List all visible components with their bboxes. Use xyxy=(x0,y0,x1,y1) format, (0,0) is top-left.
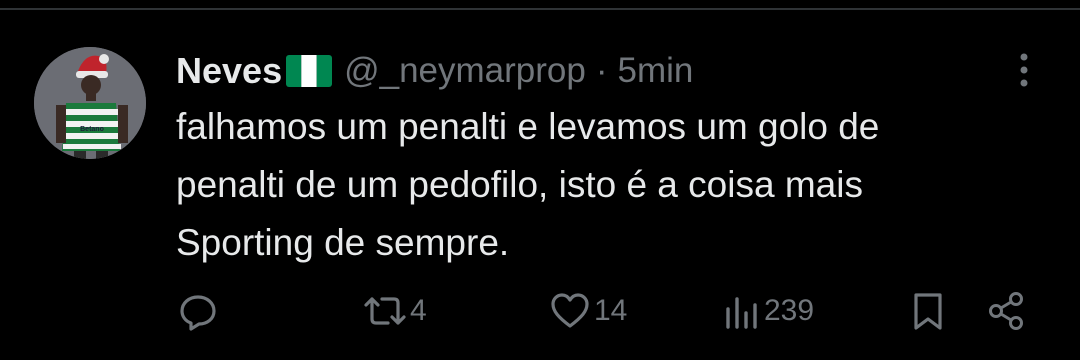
display-name[interactable]: Neves xyxy=(176,50,282,92)
tweet-text: falhamos um penalti e levamos um golo de… xyxy=(176,98,1036,272)
top-divider xyxy=(0,8,1080,10)
share-icon xyxy=(989,292,1023,330)
tweet-header: Neves @_neymarprop · 5min xyxy=(176,46,693,96)
tweet-text-line: falhamos um penalti e levamos um golo de xyxy=(176,106,880,147)
like-button[interactable]: 14 xyxy=(548,286,627,336)
views-button[interactable]: 239 xyxy=(722,286,814,336)
user-handle[interactable]: @_neymarprop xyxy=(344,51,586,91)
more-vertical-icon xyxy=(1020,53,1028,87)
more-options-button[interactable] xyxy=(1006,48,1042,92)
retweet-count: 4 xyxy=(410,294,427,327)
bookmark-button[interactable] xyxy=(906,286,950,336)
reply-button[interactable] xyxy=(176,286,222,336)
avatar[interactable]: Betano xyxy=(34,47,146,159)
nigeria-flag-emoji xyxy=(286,55,333,87)
timestamp[interactable]: 5min xyxy=(618,51,694,91)
share-button[interactable] xyxy=(984,286,1028,336)
retweet-button[interactable]: 4 xyxy=(362,286,427,336)
retweet-icon xyxy=(364,297,406,325)
avatar-shirt-text: Betano xyxy=(80,126,104,133)
separator-dot: · xyxy=(595,51,608,90)
avatar-image: Betano xyxy=(34,47,146,159)
reply-icon xyxy=(180,295,216,331)
tweet-actions: 4 14 239 xyxy=(0,286,1080,336)
views-count: 239 xyxy=(764,294,815,327)
heart-icon xyxy=(551,293,589,328)
bookmark-icon xyxy=(914,293,942,330)
views-icon xyxy=(726,297,757,329)
tweet-text-line: penalti de um pedofilo, isto é a coisa m… xyxy=(176,164,863,205)
tweet-text-line: Sporting de sempre. xyxy=(176,222,510,263)
like-count: 14 xyxy=(594,294,628,327)
